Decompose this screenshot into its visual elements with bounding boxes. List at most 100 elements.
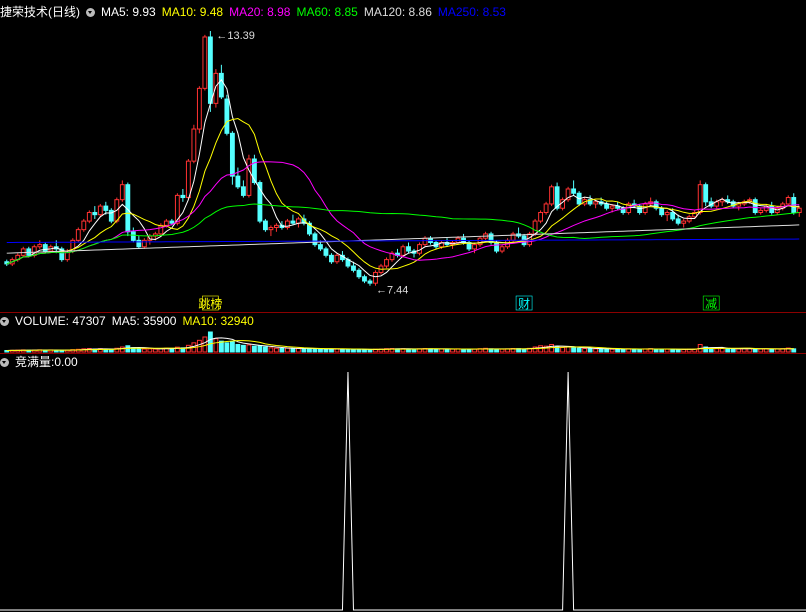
candle-body (703, 184, 709, 203)
volume-bar (714, 348, 720, 353)
candle-body (362, 276, 367, 282)
candle-body (213, 72, 219, 104)
candle-body (158, 224, 164, 235)
candle-body (202, 36, 208, 89)
candle-body (785, 197, 791, 205)
candle-body (356, 269, 362, 278)
candle-body (499, 246, 505, 252)
event-marker: 跳榜 (198, 296, 222, 311)
candle-body (664, 212, 670, 216)
candle-body (670, 212, 676, 220)
volume-bar (549, 344, 555, 353)
volume-bar (620, 348, 626, 353)
volume-bar (312, 348, 318, 353)
candle-body (659, 207, 665, 216)
volume-bar (494, 348, 499, 353)
volume-bar (571, 347, 577, 353)
candle-body (169, 220, 175, 224)
candle-body (92, 212, 98, 216)
candle-body (400, 246, 406, 256)
volume-bar (240, 344, 246, 353)
candle-body (334, 254, 340, 263)
volume-bar (367, 349, 373, 353)
volume-bar (560, 346, 566, 353)
candle-body (207, 36, 213, 104)
candle-body (103, 205, 109, 211)
candle-body (549, 186, 555, 205)
candle-body (571, 188, 577, 194)
volume-bar (521, 348, 527, 353)
volume-bar (285, 347, 290, 353)
volume-bar (136, 348, 142, 353)
volume-bar (433, 348, 439, 353)
volume-bar (279, 348, 285, 353)
candle-body (136, 239, 142, 248)
candle-body (268, 227, 274, 231)
candle-body (406, 246, 411, 252)
candle-body (81, 220, 87, 231)
volume-bar (246, 344, 252, 353)
candle-body (75, 229, 81, 241)
volume-ma10-line (6, 340, 794, 351)
volume-bar (218, 340, 224, 353)
volume-bar (604, 348, 610, 353)
volume-bar (362, 349, 367, 353)
volume-bar (719, 348, 725, 353)
candle-body (796, 207, 802, 214)
volume-bar (593, 348, 599, 353)
candle-body (329, 254, 334, 263)
candle-body (384, 259, 389, 267)
candle-body (675, 218, 681, 224)
low-price-label: ←7.44 (376, 285, 408, 297)
candle-body (229, 132, 235, 177)
volume-bar (356, 349, 362, 353)
candle-body (593, 201, 599, 205)
candle-body (86, 212, 92, 222)
candle-body (37, 244, 43, 248)
indicator-chart (0, 371, 806, 611)
volume-bar (351, 348, 356, 353)
volume-bar (730, 348, 736, 353)
volume-bar (318, 348, 323, 353)
volume-bar (576, 347, 582, 353)
candle-body (191, 128, 197, 162)
volume-bar (769, 348, 775, 353)
candle-body (758, 209, 764, 214)
candle-body (224, 98, 230, 134)
volume-bar (119, 346, 125, 353)
volume-bar (141, 348, 147, 353)
candle-body (609, 205, 615, 209)
candle-body (367, 280, 373, 284)
volume-bar (290, 347, 296, 353)
volume-bar (582, 348, 588, 353)
volume-bar (461, 348, 466, 353)
ma250-line (6, 238, 800, 243)
volume-bar (609, 348, 615, 353)
candle-body (185, 160, 191, 199)
volume-bar (752, 348, 758, 353)
volume-bar (273, 347, 279, 353)
candle-body (538, 212, 544, 222)
volume-bar (147, 348, 153, 353)
candle-body (119, 184, 125, 201)
volume-bar (598, 348, 604, 353)
volume-bar (202, 336, 208, 353)
candle-body (262, 220, 268, 231)
candle-body (130, 231, 136, 241)
candle-body (543, 203, 549, 214)
candle-body (477, 237, 483, 246)
candle-body (312, 233, 318, 246)
volume-bar (235, 344, 241, 353)
volume-bar (329, 348, 334, 353)
candle-body (296, 218, 301, 224)
candle-body (240, 186, 246, 196)
candle-body (604, 203, 610, 209)
volume-bar (307, 348, 312, 353)
volume-bar (736, 348, 742, 353)
candle-body (373, 271, 378, 284)
volume-bar (251, 345, 257, 353)
candle-body (42, 244, 48, 252)
candle-body (697, 184, 703, 214)
volume-bar (565, 346, 571, 353)
volume-bar (224, 342, 230, 353)
